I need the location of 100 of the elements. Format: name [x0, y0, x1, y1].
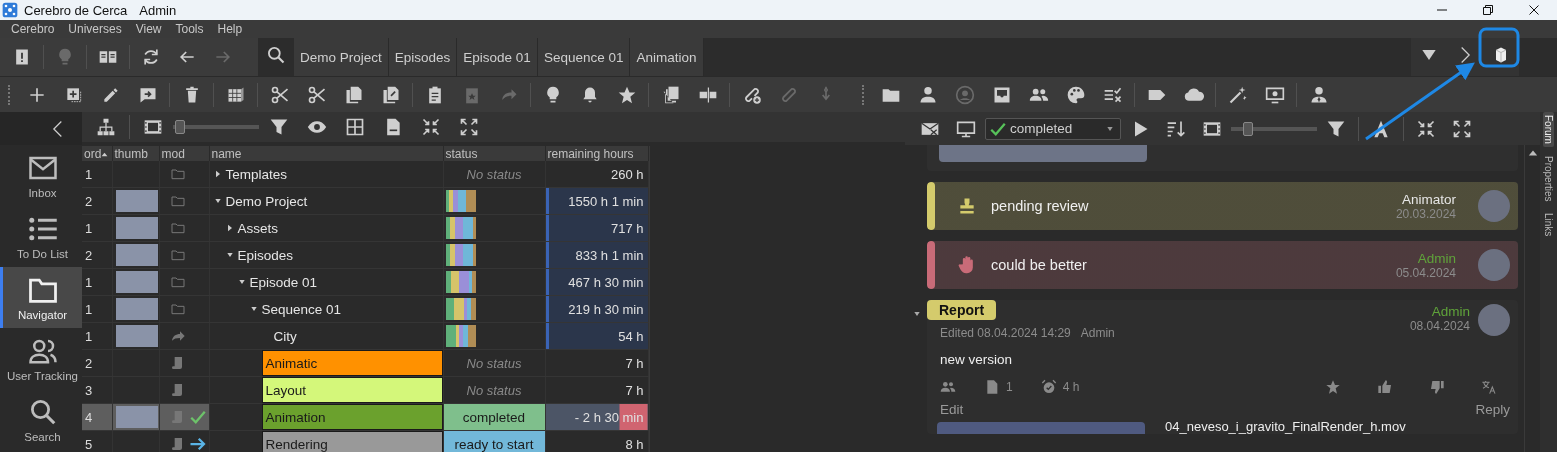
document-icon[interactable] [984, 379, 1000, 395]
side-tab[interactable]: Links [1543, 210, 1554, 240]
remaining-hours-cell: 219 h 30 min [545, 295, 648, 323]
translate-icon[interactable] [1481, 379, 1497, 395]
thumbs-down-icon[interactable] [1429, 379, 1445, 395]
thumbs-up-icon[interactable] [1377, 379, 1393, 395]
star-icon[interactable] [1325, 379, 1341, 395]
app-logo-icon [2, 2, 18, 18]
avatar [1478, 190, 1510, 222]
remaining-hours-cell: 8 h [545, 430, 648, 452]
remaining-hours-cell: 467 h 30 min [545, 268, 648, 296]
menu-item[interactable]: Help [210, 22, 250, 36]
side-tab[interactable]: Forum [1543, 112, 1554, 147]
sidebar-item[interactable]: To Do List [0, 206, 82, 267]
author-name[interactable]: Animator [1401, 191, 1456, 207]
remaining-hours-cell: 833 h 1 min [545, 241, 648, 269]
column-header[interactable]: status [443, 146, 545, 161]
action-link[interactable]: Reply [1475, 402, 1510, 417]
action-link[interactable]: Edit [940, 402, 964, 417]
remaining-hours-cell: - 2 h 30 min [545, 403, 648, 431]
edited-note: Edited 08.04.2024 14:29 [940, 326, 1071, 340]
column-header[interactable]: name [209, 146, 443, 161]
order-cell: 1 [82, 268, 112, 296]
menu-item[interactable]: View [128, 22, 169, 36]
file-name[interactable]: 04_neveso_i_gravito_FinalRender_h.mov [1165, 420, 1406, 434]
folder-icon [169, 247, 186, 263]
status-text: pending review [991, 198, 1090, 214]
sidebar-item[interactable]: Navigator [0, 267, 82, 328]
remaining-hours-cell: 7 h [545, 376, 648, 404]
menu-item[interactable]: Tools [168, 22, 211, 36]
caret-icon [1106, 124, 1114, 133]
folder-icon [169, 166, 186, 182]
folder-icon [169, 193, 186, 209]
expanded-caret-icon[interactable] [249, 305, 258, 313]
collapsed-caret-icon[interactable] [213, 170, 222, 178]
message-date: 20.03.2024 [1395, 206, 1456, 221]
status-text: No status [465, 382, 523, 398]
collapsed-caret-icon[interactable] [225, 224, 234, 232]
remaining-hours-cell: 1550 h 1 min [545, 187, 648, 215]
task-name[interactable]: Layout [261, 377, 442, 403]
avatar [1478, 304, 1510, 336]
column-header[interactable]: ord [82, 146, 112, 161]
item-name[interactable]: Episodes [237, 247, 294, 263]
author-name[interactable]: Admin [1431, 304, 1470, 319]
stamp-icon [957, 196, 977, 216]
item-name[interactable]: Demo Project [225, 193, 308, 209]
item-name[interactable]: Episode 01 [249, 274, 318, 290]
folder-icon [169, 220, 186, 236]
task-name[interactable]: Animation [261, 404, 442, 430]
side-tab[interactable]: Properties [1543, 152, 1554, 205]
column-header[interactable]: mod [159, 146, 209, 161]
order-cell: 1 [82, 295, 112, 323]
user-name: Admin [139, 2, 177, 18]
expanded-caret-icon[interactable] [213, 197, 222, 205]
time-spent: 4 h [1062, 380, 1080, 394]
sidebar-item[interactable]: User Tracking [0, 328, 82, 389]
column-header[interactable]: thumb [112, 146, 159, 161]
item-name[interactable]: City [273, 328, 297, 344]
remaining-hours-cell: 260 h [545, 161, 648, 188]
editor-name: Admin [1080, 326, 1115, 340]
item-name[interactable]: Templates [225, 166, 288, 182]
sidebar-item[interactable]: Search [0, 389, 82, 450]
status-label: completed [443, 404, 544, 430]
expanded-caret-icon[interactable] [913, 310, 921, 318]
scrollbar[interactable] [1524, 145, 1540, 452]
restore-icon[interactable] [1482, 4, 1494, 16]
avatar [1478, 249, 1510, 281]
order-cell: 4 [82, 403, 112, 431]
order-cell: 1 [82, 161, 112, 188]
status-text: could be better [991, 257, 1088, 273]
menu-item[interactable]: Cerebro [4, 22, 62, 36]
alarm-clock-icon[interactable] [1040, 379, 1057, 395]
message-date: 05.04.2024 [1395, 265, 1456, 280]
window-title: Cerebro de Cerca [24, 2, 128, 18]
slider-thumb[interactable] [174, 120, 185, 134]
expanded-caret-icon[interactable] [225, 251, 234, 259]
message-text: new version [939, 351, 1014, 367]
people-icon[interactable] [940, 379, 956, 395]
menu-item[interactable]: Universes [61, 22, 129, 36]
task-name[interactable]: Rendering [261, 431, 442, 452]
sidebar-item[interactable]: Inbox [0, 145, 82, 206]
status-filter-dropdown[interactable]: completed [985, 117, 1121, 140]
order-cell: 5 [82, 430, 112, 452]
remaining-hours-cell: 54 h [545, 322, 648, 350]
report-tag: Report [927, 300, 997, 320]
item-name[interactable]: Assets [237, 220, 278, 236]
close-icon[interactable] [1528, 4, 1540, 16]
scroll-up-icon[interactable] [1527, 148, 1538, 158]
item-name[interactable]: Sequence 01 [261, 301, 342, 317]
order-cell: 2 [82, 349, 112, 377]
attachment-count: 1 [1006, 380, 1013, 394]
task-name[interactable]: Animatic [261, 350, 442, 376]
remaining-hours-cell: 7 h [545, 349, 648, 377]
order-cell: 2 [82, 187, 112, 215]
column-header[interactable]: remaining hours [545, 146, 648, 161]
order-cell: 1 [82, 214, 112, 242]
remaining-hours-cell: 717 h [545, 214, 648, 242]
folder-icon [169, 274, 186, 290]
slider-thumb[interactable] [1243, 121, 1254, 136]
expanded-caret-icon[interactable] [237, 278, 246, 286]
